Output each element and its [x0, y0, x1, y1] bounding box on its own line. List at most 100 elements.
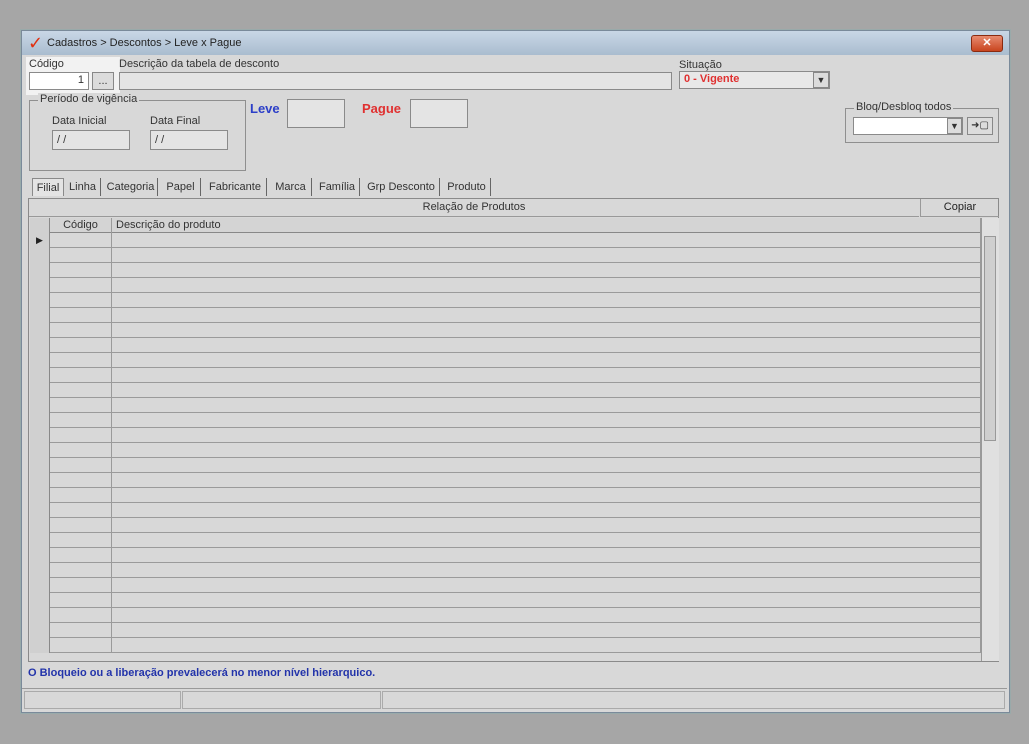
table-row[interactable]	[30, 263, 981, 278]
cell-descricao[interactable]	[112, 473, 981, 488]
current-row-arrow-icon[interactable]: ▶	[30, 233, 50, 248]
scrollbar-thumb[interactable]	[984, 236, 996, 441]
row-indicator-cell[interactable]	[30, 443, 50, 458]
table-row[interactable]	[30, 578, 981, 593]
table-row[interactable]	[30, 458, 981, 473]
table-row[interactable]	[30, 518, 981, 533]
table-row[interactable]	[30, 278, 981, 293]
cell-descricao[interactable]	[112, 638, 981, 653]
cell-descricao[interactable]	[112, 593, 981, 608]
column-header-descricao[interactable]: Descrição do produto	[112, 218, 981, 233]
cell-codigo[interactable]	[50, 278, 112, 293]
bloq-apply-button[interactable]: ➜▢	[967, 117, 993, 135]
table-row[interactable]	[30, 593, 981, 608]
row-indicator-cell[interactable]	[30, 623, 50, 638]
row-indicator-cell[interactable]	[30, 518, 50, 533]
cell-descricao[interactable]	[112, 518, 981, 533]
row-indicator-cell[interactable]	[30, 488, 50, 503]
row-indicator-cell[interactable]	[30, 323, 50, 338]
row-indicator-cell[interactable]	[30, 593, 50, 608]
table-row[interactable]	[30, 338, 981, 353]
cell-descricao[interactable]	[112, 353, 981, 368]
cell-descricao[interactable]	[112, 383, 981, 398]
table-row[interactable]	[30, 563, 981, 578]
situacao-dropdown-icon[interactable]: ▼	[813, 72, 829, 88]
bloq-dropdown-icon[interactable]: ▼	[947, 118, 962, 134]
column-header-codigo[interactable]: Código	[50, 218, 112, 233]
table-row[interactable]	[30, 533, 981, 548]
cell-codigo[interactable]	[50, 398, 112, 413]
codigo-field[interactable]: 1	[29, 72, 89, 90]
row-indicator-cell[interactable]	[30, 413, 50, 428]
row-indicator-cell[interactable]	[30, 608, 50, 623]
cell-descricao[interactable]	[112, 233, 981, 248]
grid-vertical-scrollbar[interactable]	[981, 218, 999, 661]
row-indicator-cell[interactable]	[30, 533, 50, 548]
cell-descricao[interactable]	[112, 458, 981, 473]
table-row[interactable]	[30, 413, 981, 428]
table-row[interactable]	[30, 398, 981, 413]
table-row[interactable]	[30, 443, 981, 458]
tab-categoria[interactable]: Categoria	[104, 178, 158, 196]
table-row[interactable]	[30, 488, 981, 503]
row-indicator-cell[interactable]	[30, 353, 50, 368]
row-indicator-cell[interactable]	[30, 308, 50, 323]
cell-descricao[interactable]	[112, 488, 981, 503]
cell-codigo[interactable]	[50, 563, 112, 578]
tab-marca[interactable]: Marca	[270, 178, 312, 196]
table-row[interactable]	[30, 368, 981, 383]
table-row[interactable]	[30, 623, 981, 638]
cell-codigo[interactable]	[50, 533, 112, 548]
cell-codigo[interactable]	[50, 293, 112, 308]
cell-codigo[interactable]	[50, 578, 112, 593]
row-indicator-cell[interactable]	[30, 398, 50, 413]
cell-descricao[interactable]	[112, 278, 981, 293]
tab-linha[interactable]: Linha	[65, 178, 101, 196]
cell-codigo[interactable]	[50, 593, 112, 608]
cell-descricao[interactable]	[112, 398, 981, 413]
cell-descricao[interactable]	[112, 443, 981, 458]
tab-grp-desconto[interactable]: Grp Desconto	[363, 178, 440, 196]
row-indicator-cell[interactable]	[30, 428, 50, 443]
cell-codigo[interactable]	[50, 308, 112, 323]
cell-descricao[interactable]	[112, 428, 981, 443]
row-indicator-cell[interactable]	[30, 503, 50, 518]
table-row[interactable]	[30, 428, 981, 443]
row-indicator-cell[interactable]	[30, 293, 50, 308]
cell-codigo[interactable]	[50, 638, 112, 653]
products-grid[interactable]: Código Descrição do produto ▶	[30, 218, 981, 661]
tab-filial[interactable]: Filial	[32, 178, 64, 196]
cell-descricao[interactable]	[112, 608, 981, 623]
row-indicator-cell[interactable]	[30, 578, 50, 593]
cell-codigo[interactable]	[50, 368, 112, 383]
cell-descricao[interactable]	[112, 563, 981, 578]
row-indicator-cell[interactable]	[30, 368, 50, 383]
cell-descricao[interactable]	[112, 623, 981, 638]
row-indicator-cell[interactable]	[30, 458, 50, 473]
tab-papel[interactable]: Papel	[161, 178, 201, 196]
copy-button[interactable]: Copiar	[920, 199, 999, 217]
codigo-lookup-button[interactable]: ...	[92, 72, 114, 90]
table-row[interactable]	[30, 383, 981, 398]
cell-descricao[interactable]	[112, 263, 981, 278]
row-indicator-cell[interactable]	[30, 383, 50, 398]
row-indicator-cell[interactable]	[30, 473, 50, 488]
cell-codigo[interactable]	[50, 338, 112, 353]
tab-familia[interactable]: Família	[315, 178, 360, 196]
cell-descricao[interactable]	[112, 413, 981, 428]
cell-descricao[interactable]	[112, 323, 981, 338]
row-indicator-cell[interactable]	[30, 263, 50, 278]
cell-descricao[interactable]	[112, 578, 981, 593]
cell-codigo[interactable]	[50, 608, 112, 623]
cell-codigo[interactable]	[50, 623, 112, 638]
data-inicial-field[interactable]: / /	[52, 130, 130, 150]
cell-codigo[interactable]	[50, 458, 112, 473]
cell-descricao[interactable]	[112, 548, 981, 563]
descricao-field[interactable]	[119, 72, 672, 90]
cell-codigo[interactable]	[50, 233, 112, 248]
tab-produto[interactable]: Produto	[443, 178, 491, 196]
data-final-field[interactable]: / /	[150, 130, 228, 150]
row-indicator-cell[interactable]	[30, 548, 50, 563]
leve-field[interactable]	[287, 99, 345, 128]
table-row[interactable]: ▶	[30, 233, 981, 248]
